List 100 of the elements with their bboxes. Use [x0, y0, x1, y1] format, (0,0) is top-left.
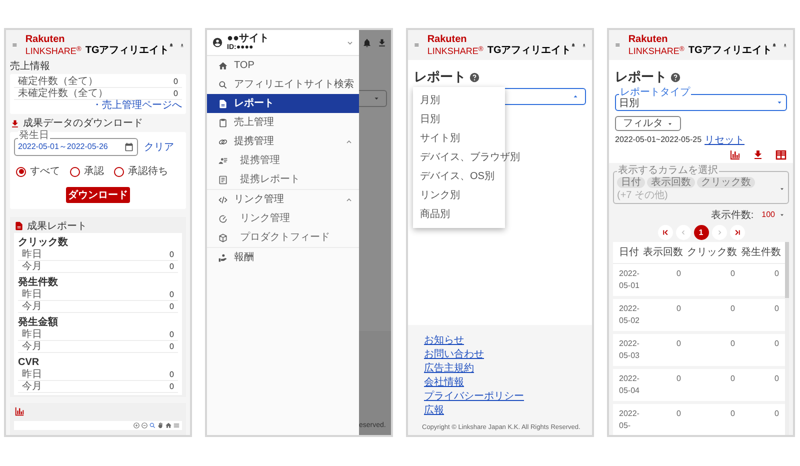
- caret-down-icon[interactable]: [779, 212, 785, 218]
- row-value: 0: [170, 300, 174, 312]
- column-header[interactable]: 表示回数: [643, 242, 687, 263]
- clear-link[interactable]: クリア: [144, 140, 174, 154]
- footer-link[interactable]: お問い合わせ: [424, 348, 484, 362]
- caret-down-icon: [779, 186, 785, 192]
- download-button[interactable]: ダウンロード: [66, 187, 130, 203]
- dropdown-option[interactable]: 日別: [413, 110, 520, 129]
- footer-link[interactable]: プライバシーポリシー: [424, 390, 524, 404]
- footer-link[interactable]: お知らせ: [424, 334, 464, 348]
- radio-button[interactable]: [16, 166, 26, 176]
- table-cell: 0: [643, 263, 687, 297]
- sales-page-link[interactable]: ・売上管理ページへ: [92, 100, 182, 112]
- chevron-up-icon[interactable]: [345, 138, 353, 146]
- row-label: 昨日: [22, 288, 42, 300]
- download-icon: [10, 119, 20, 129]
- column-chip[interactable]: 日付: [617, 177, 645, 188]
- bar-chart-icon: [14, 406, 25, 417]
- table-cell: 0: [741, 332, 785, 367]
- menu-item[interactable]: リンク管理: [207, 190, 359, 209]
- column-header[interactable]: クリック数: [687, 242, 741, 263]
- menu-item[interactable]: 提携管理: [207, 151, 359, 170]
- row-value: 0: [170, 260, 174, 272]
- footer-link[interactable]: 広報: [424, 404, 444, 418]
- chevron-up-icon[interactable]: [345, 196, 353, 204]
- row-label: 昨日: [22, 368, 42, 380]
- row-label: 今月: [22, 300, 42, 312]
- table-cell: 2022-05-01: [613, 263, 643, 297]
- row-value: 0: [174, 76, 178, 88]
- table-cell: 2022-05-03: [613, 332, 643, 367]
- row-label: 確定件数（全て）: [18, 76, 98, 88]
- footer-link[interactable]: 会社情報: [424, 376, 464, 390]
- dropdown-option[interactable]: 商品別: [413, 205, 520, 224]
- menu-item[interactable]: プロダクトフィード: [207, 228, 359, 247]
- table-cell: 0: [687, 332, 741, 367]
- menu-item[interactable]: 提携レポート: [207, 170, 359, 189]
- menu-item[interactable]: 売上管理: [207, 113, 359, 132]
- filter-button[interactable]: フィルタ: [615, 116, 681, 131]
- radio-button[interactable]: [114, 166, 124, 176]
- download-icon[interactable]: [752, 149, 764, 161]
- code-icon: [218, 194, 228, 204]
- zoom-in-icon[interactable]: [133, 422, 140, 429]
- last-page-icon[interactable]: [732, 228, 742, 237]
- search-icon[interactable]: [149, 422, 156, 429]
- table-icon[interactable]: [775, 149, 787, 161]
- table-cell: 0: [643, 402, 687, 435]
- column-header[interactable]: 発生件数: [741, 242, 785, 263]
- menu-item[interactable]: レポート: [207, 94, 359, 113]
- reset-link[interactable]: リセット: [704, 132, 745, 148]
- dropdown-option[interactable]: 月別: [413, 91, 520, 110]
- section-title: 売上情報: [10, 61, 51, 73]
- home-icon[interactable]: [165, 422, 172, 429]
- menu-item[interactable]: TOP: [207, 56, 359, 75]
- product-name: TGアフィリエイト: [487, 45, 572, 56]
- menu-item[interactable]: リンク管理: [207, 209, 359, 228]
- bar-chart-icon[interactable]: [729, 149, 741, 161]
- clipboard-icon: [218, 118, 228, 128]
- dropdown-option[interactable]: サイト別: [413, 129, 520, 148]
- page-button[interactable]: 1: [694, 225, 708, 240]
- chevron-down-icon[interactable]: [346, 38, 354, 46]
- calendar-icon[interactable]: [124, 142, 134, 152]
- search-icon: [218, 80, 228, 90]
- document-icon: [218, 98, 228, 108]
- radio-label: 承認: [84, 164, 104, 179]
- column-header[interactable]: 日付: [613, 242, 643, 263]
- home-icon: [218, 60, 228, 70]
- list-icon: [218, 174, 228, 184]
- menu-item[interactable]: アフィリエイトサイト検索: [207, 75, 359, 94]
- hand-icon[interactable]: [157, 422, 164, 429]
- brand-name: Rakuten: [427, 34, 468, 45]
- people-icon: [218, 156, 228, 166]
- footer-link[interactable]: 広告主規約: [424, 362, 474, 376]
- row-label: 昨日: [22, 328, 42, 340]
- first-page-icon[interactable]: [660, 228, 670, 237]
- table-cell: 0: [741, 367, 785, 402]
- dropdown-option[interactable]: リンク別: [413, 186, 520, 205]
- dropdown-option[interactable]: デバイス、OS別: [413, 167, 520, 186]
- menu-item[interactable]: 提携管理: [207, 132, 359, 151]
- download-icon: [377, 38, 387, 48]
- document-icon: [14, 221, 24, 231]
- page-size-value[interactable]: 100: [762, 209, 775, 221]
- field-label: 表示するカラムを選択: [617, 166, 719, 176]
- menu-item[interactable]: 報酬: [207, 248, 359, 267]
- section-title: 成果レポート: [27, 220, 87, 234]
- row-label: 未確定件数（全て）: [18, 88, 108, 100]
- rings-icon: [218, 136, 228, 146]
- row-label: 昨日: [22, 248, 42, 260]
- row-value: 0: [170, 340, 174, 352]
- zoom-out-icon[interactable]: [141, 422, 148, 429]
- scrollbar-thumb[interactable]: [785, 242, 789, 298]
- brand-name: Rakuten: [628, 34, 669, 45]
- field-label: 発生日: [18, 131, 50, 141]
- radio-button[interactable]: [70, 166, 80, 176]
- help-icon[interactable]: [469, 72, 480, 82]
- table-cell: 0: [643, 332, 687, 367]
- help-icon[interactable]: [670, 72, 681, 82]
- row-label: 今月: [22, 380, 42, 392]
- dropdown-option[interactable]: デバイス、ブラウザ別: [413, 148, 520, 167]
- date-range: 2022-05-01~2022-05-25: [615, 134, 702, 146]
- menu-icon[interactable]: [173, 422, 180, 429]
